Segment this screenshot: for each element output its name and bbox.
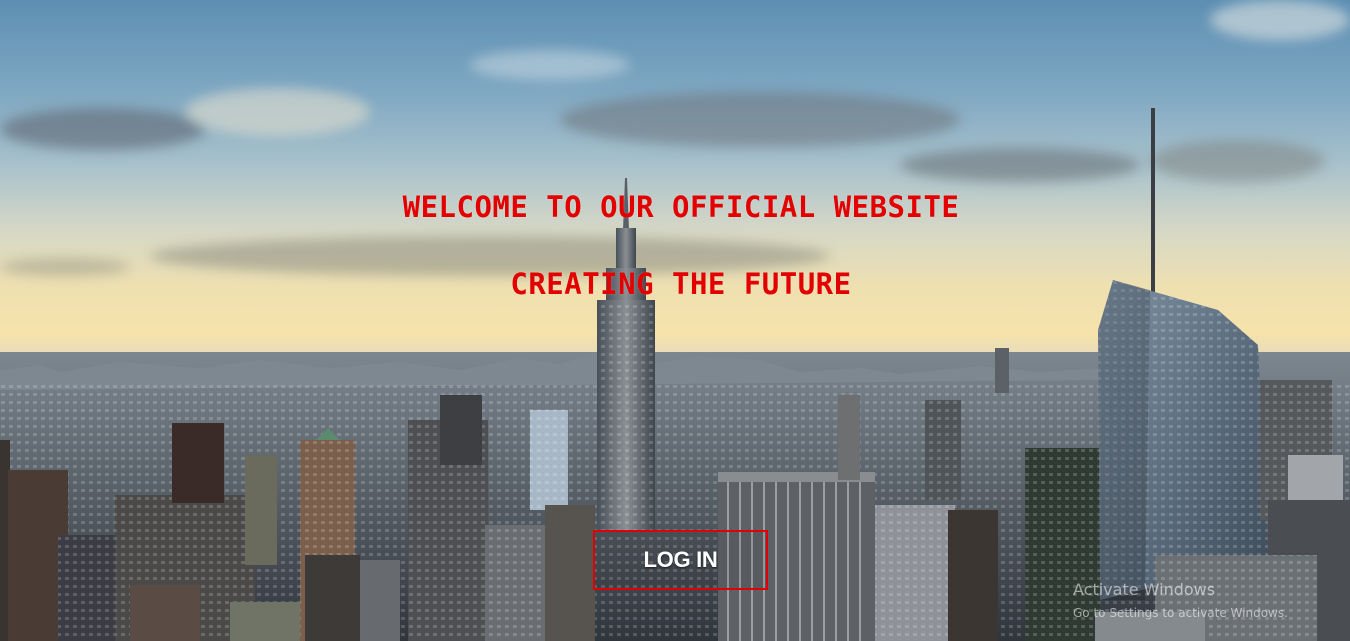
activation-subtitle: Go to Settings to activate Windows. xyxy=(1073,606,1288,620)
activation-title: Activate Windows xyxy=(1073,580,1216,599)
login-button[interactable]: LOG IN xyxy=(593,530,768,590)
welcome-heading: WELCOME TO OUR OFFICIAL WEBSITE xyxy=(402,190,960,224)
windows-activation-watermark: Activate Windows Go to Settings to activ… xyxy=(1073,580,1288,622)
tagline-heading: CREATING THE FUTURE xyxy=(510,267,852,301)
